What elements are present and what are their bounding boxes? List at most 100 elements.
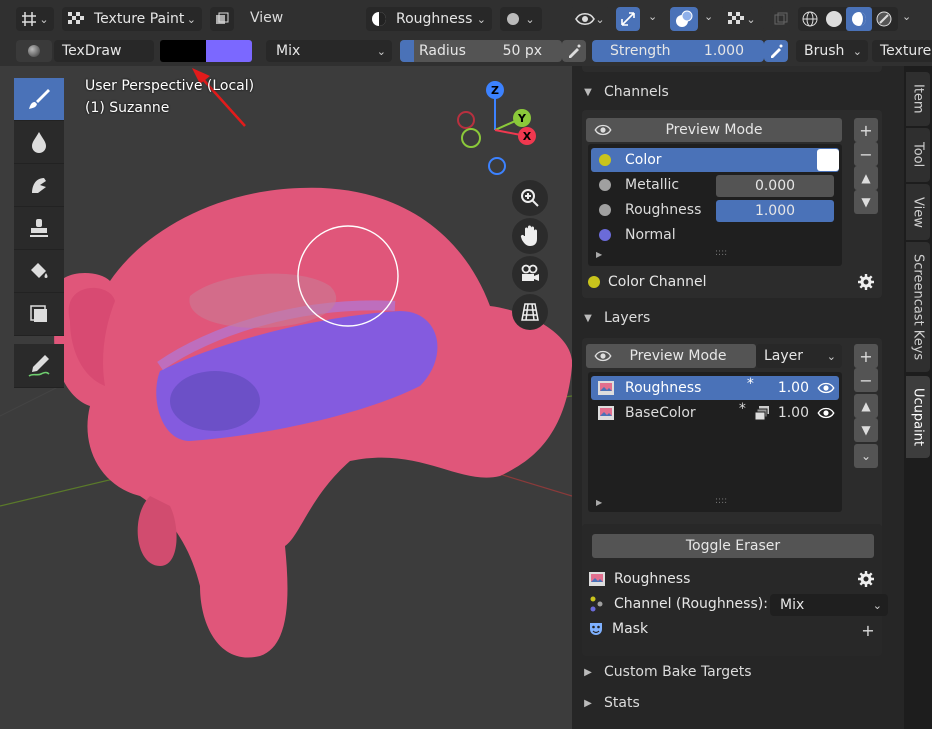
- list-resize-handle[interactable]: ::::: [715, 248, 727, 258]
- layer-opacity-value[interactable]: 1.00: [778, 405, 809, 421]
- tab-screencast-keys[interactable]: Screencast Keys: [906, 242, 930, 372]
- tab-ucupaint[interactable]: Ucupaint: [906, 376, 930, 458]
- camera-view-button[interactable]: [512, 256, 548, 292]
- move-channel-down-button[interactable]: ▼: [854, 190, 878, 214]
- list-item[interactable]: BaseColor * 1.00: [591, 401, 839, 425]
- shading-dot-dropdown[interactable]: ⌄: [500, 7, 542, 31]
- radius-slider[interactable]: Radius 50 px: [400, 40, 562, 62]
- brush-name-field[interactable]: TexDraw: [54, 40, 154, 62]
- layer-channel-blend-dropdown[interactable]: Mix ⌄: [770, 594, 888, 616]
- texture-menu[interactable]: Texture: [872, 40, 932, 62]
- remove-channel-button[interactable]: −: [854, 142, 878, 166]
- perspective-toggle-button[interactable]: [512, 294, 548, 330]
- remove-layer-button[interactable]: −: [854, 368, 878, 392]
- strength-slider[interactable]: Strength 1.000: [592, 40, 764, 62]
- material-shading-button[interactable]: [846, 7, 872, 31]
- wireframe-shading-button[interactable]: [798, 7, 822, 31]
- tool-annotate[interactable]: [14, 344, 64, 388]
- 3d-viewport[interactable]: User Perspective (Local) (1) Suzanne Z Y…: [0, 66, 572, 729]
- list-item[interactable]: Color: [591, 148, 839, 172]
- move-channel-up-button[interactable]: ▲: [854, 166, 878, 190]
- expanded-triangle-icon: ▼: [584, 312, 592, 324]
- channel-settings-button[interactable]: [854, 270, 878, 294]
- layers-section-header[interactable]: ▼ Layers: [572, 306, 904, 330]
- stats-section-header[interactable]: ▶ Stats: [572, 691, 904, 715]
- eye-icon[interactable]: [817, 407, 835, 419]
- list-expand-triangle-icon[interactable]: ▶: [596, 498, 602, 507]
- list-item[interactable]: Roughness * 1.00: [591, 376, 839, 400]
- custom-bake-title: Custom Bake Targets: [604, 664, 752, 680]
- move-layer-down-button[interactable]: ▼: [854, 418, 878, 442]
- tool-clone[interactable]: [14, 207, 64, 250]
- tool-smear[interactable]: [14, 164, 64, 207]
- tool-soften[interactable]: [14, 121, 64, 164]
- custom-bake-section-header[interactable]: ▶ Custom Bake Targets: [572, 660, 904, 684]
- rendered-shading-button[interactable]: [872, 7, 896, 31]
- overlays-toggle[interactable]: [670, 7, 698, 31]
- visibility-dropdown[interactable]: ⌄: [570, 7, 610, 31]
- view-menu[interactable]: View: [250, 10, 283, 26]
- add-mask-button[interactable]: +: [856, 618, 880, 642]
- sidebar-tabs: Item Tool View Screencast Keys Ucupaint: [904, 66, 932, 729]
- chevron-down-icon: ⌄: [476, 12, 486, 26]
- channels-preview-mode-button[interactable]: Preview Mode: [586, 118, 842, 142]
- secondary-color-swatch[interactable]: [206, 40, 252, 62]
- tab-tool-label: Tool: [910, 142, 926, 168]
- list-item[interactable]: Normal: [591, 223, 839, 247]
- layer-type-dropdown[interactable]: Layer ⌄: [756, 344, 842, 368]
- brush-preview-button[interactable]: [16, 40, 52, 62]
- mode-dropdown[interactable]: Texture Paint ⌄: [62, 7, 202, 31]
- tab-item-label: Item: [910, 84, 926, 114]
- tool-fill[interactable]: [14, 250, 64, 293]
- toggle-eraser-button[interactable]: Toggle Eraser: [592, 534, 874, 558]
- active-layer-row: Roughness: [588, 567, 690, 591]
- gear-icon: [858, 274, 874, 290]
- layers-preview-mode-button[interactable]: Preview Mode: [586, 344, 756, 368]
- tab-tool[interactable]: Tool: [906, 128, 930, 182]
- channels-title: Channels: [604, 84, 669, 100]
- move-layer-up-button[interactable]: ▲: [854, 394, 878, 418]
- list-resize-handle[interactable]: ::::: [715, 496, 727, 506]
- solid-sphere-icon: [826, 11, 842, 27]
- tool-draw[interactable]: [14, 78, 64, 121]
- chevron-down-icon[interactable]: ⌄: [902, 10, 911, 23]
- eye-icon: [575, 12, 596, 26]
- blend-mode-dropdown[interactable]: Mix ⌄: [266, 40, 392, 62]
- add-channel-button[interactable]: +: [854, 118, 878, 142]
- eye-icon[interactable]: [817, 382, 835, 394]
- channels-section-header[interactable]: ▼ Channels: [572, 80, 904, 104]
- viewport-shading-checker[interactable]: ⌄: [720, 7, 764, 31]
- tool-mask[interactable]: [14, 293, 64, 336]
- layer-settings-button[interactable]: [854, 567, 878, 591]
- xray-toggle[interactable]: [770, 7, 792, 31]
- tab-view[interactable]: View: [906, 184, 930, 240]
- layer-opacity-value[interactable]: 1.00: [778, 380, 809, 396]
- layer-menu-button[interactable]: ⌄: [854, 444, 878, 468]
- list-expand-triangle-icon[interactable]: ▶: [596, 250, 602, 259]
- viewport-object-label: (1) Suzanne: [85, 100, 170, 116]
- strength-pressure-button[interactable]: [764, 40, 788, 62]
- gizmo-toggle[interactable]: [616, 7, 640, 31]
- primary-color-swatch[interactable]: [160, 40, 206, 62]
- image-layer-icon: [589, 572, 605, 586]
- gear-icon: [858, 571, 874, 587]
- channel-name: Color: [625, 152, 662, 168]
- viewport-perspective-label: User Perspective (Local): [85, 78, 255, 94]
- editor-type-button[interactable]: ⌄: [16, 7, 54, 31]
- solid-shading-button[interactable]: [822, 7, 846, 31]
- roughness-value-field[interactable]: 1.000: [716, 200, 834, 222]
- metallic-value-field[interactable]: 0.000: [716, 175, 834, 197]
- pan-button[interactable]: [512, 218, 548, 254]
- channel-dropdown[interactable]: Roughness ⌄: [366, 7, 492, 31]
- gizmo-y-label: Y: [517, 112, 527, 125]
- tab-item[interactable]: Item: [906, 72, 930, 126]
- add-layer-button[interactable]: +: [854, 344, 878, 368]
- radius-pressure-button[interactable]: [562, 40, 586, 62]
- zoom-button[interactable]: [512, 180, 548, 216]
- overlay-mode-button[interactable]: [210, 7, 234, 31]
- brush-menu[interactable]: Brush ⌄: [796, 40, 868, 62]
- chevron-down-icon[interactable]: ⌄: [704, 10, 713, 23]
- tab-screencast-keys-label: Screencast Keys: [910, 253, 926, 361]
- color-swatch[interactable]: [817, 149, 839, 171]
- chevron-down-icon[interactable]: ⌄: [648, 10, 657, 23]
